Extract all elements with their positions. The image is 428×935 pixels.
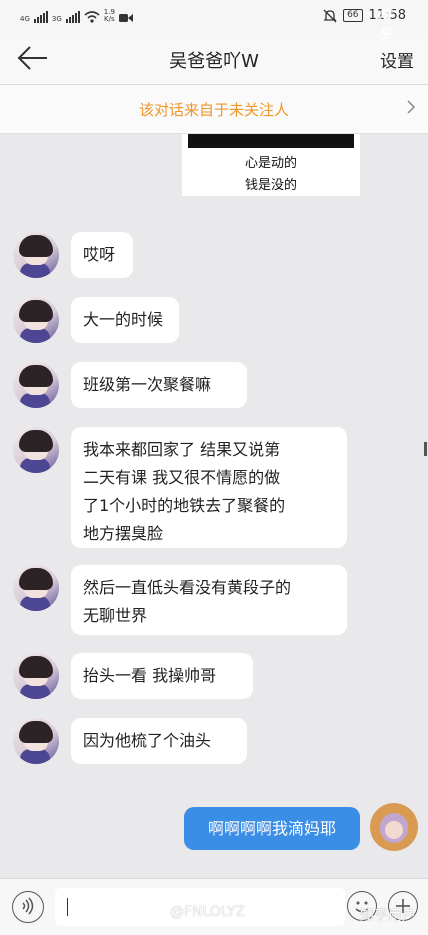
chat-header: 吴爸爸吖W 设置 xyxy=(0,34,428,85)
voice-button[interactable] xyxy=(12,891,44,923)
scroll-indicator xyxy=(424,442,427,456)
message-bubble[interactable]: 抬头一看 我操帅哥 xyxy=(71,653,253,699)
avatar[interactable] xyxy=(13,297,59,343)
video-icon xyxy=(118,14,133,22)
message-text: 了1个小时的地铁去了聚餐的 xyxy=(83,496,286,515)
sim1-label: 4G xyxy=(20,15,30,23)
message-bubble[interactable]: 大一的时候 xyxy=(71,297,179,343)
image-caption-line2: 钱是没的 xyxy=(244,178,297,193)
message-bubble[interactable]: 因为他梳了个油头 xyxy=(71,718,247,764)
signal-icon xyxy=(33,11,48,23)
stranger-notice[interactable]: 该对话来自于未关注人 xyxy=(0,85,428,134)
avatar[interactable] xyxy=(13,565,59,611)
zhihu-user-watermark: 知乎用户 xyxy=(360,908,416,924)
settings-button[interactable]: 设置 xyxy=(380,47,414,72)
self-avatar[interactable] xyxy=(370,803,418,851)
avatar[interactable] xyxy=(13,362,59,408)
message-text: 然后一直低头看没有黄段子的 xyxy=(83,578,292,597)
message-text: 大一的时候 xyxy=(83,310,164,329)
notice-text: 该对话来自于未关注人 xyxy=(138,101,289,119)
voice-icon xyxy=(22,897,34,915)
message-bubble[interactable]: 哎呀 xyxy=(71,232,133,278)
status-left: 4G 3G 1.9 K/s xyxy=(20,9,133,23)
message-text: 地方摆臭脸 xyxy=(83,524,164,543)
chevron-right-icon xyxy=(407,100,416,114)
avatar[interactable] xyxy=(13,653,59,699)
mute-icon xyxy=(323,9,337,22)
message-bubble[interactable]: 然后一直低头看没有黄段子的 无聊世界 xyxy=(71,565,347,635)
message-text: 班级第一次聚餐嘛 xyxy=(83,375,212,394)
message-text: 啊啊啊啊我滴妈耶 xyxy=(207,819,336,838)
shared-image[interactable]: 心是动的 钱是没的 xyxy=(182,134,360,196)
message-bubble[interactable]: 我本来都回家了 结果又说第 二天有课 我又很不情愿的做 了1个小时的地铁去了聚餐… xyxy=(71,427,347,548)
sim2-label: 3G xyxy=(51,15,62,23)
wifi-icon xyxy=(84,11,100,23)
message-text: 我本来都回家了 结果又说第 xyxy=(83,440,281,459)
avatar[interactable] xyxy=(13,718,59,764)
chat-title: 吴爸爸吖W xyxy=(169,51,259,72)
signal-icon xyxy=(65,11,80,23)
avatar[interactable] xyxy=(13,427,59,473)
message-text: 无聊世界 xyxy=(83,606,148,625)
status-bar: 4G 3G 1.9 K/s 66 11:58 xyxy=(0,0,428,34)
battery-icon: 66 xyxy=(343,9,363,22)
self-message-bubble[interactable]: 啊啊啊啊我滴妈耶 xyxy=(184,807,360,850)
image-caption-line1: 心是动的 xyxy=(244,156,297,171)
message-text: 抬头一看 我操帅哥 xyxy=(83,666,217,685)
zhihu-watermark: 知乎 xyxy=(378,8,392,42)
weibo-watermark: @FNLOLYZ xyxy=(170,904,245,920)
image-dark-band xyxy=(188,134,354,148)
message-text: 因为他梳了个油头 xyxy=(83,731,212,750)
message-bubble[interactable]: 班级第一次聚餐嘛 xyxy=(71,362,247,408)
network-speed-unit: K/s xyxy=(104,15,115,23)
avatar[interactable] xyxy=(13,232,59,278)
text-cursor xyxy=(67,898,68,916)
message-text: 哎呀 xyxy=(83,245,116,264)
message-text: 二天有课 我又很不情愿的做 xyxy=(83,468,281,487)
